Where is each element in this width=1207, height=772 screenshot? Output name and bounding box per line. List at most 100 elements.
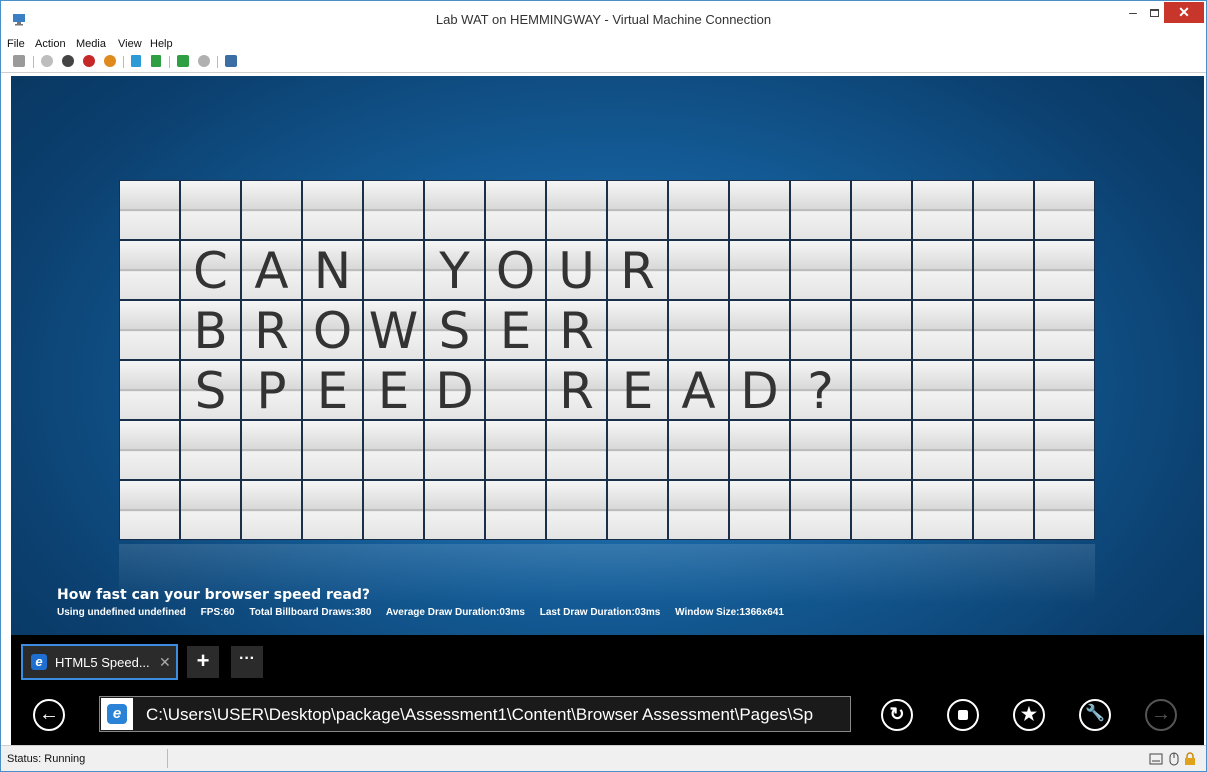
forward-arrow-icon: → bbox=[1151, 703, 1171, 725]
maximize-icon bbox=[1150, 9, 1159, 17]
billboard-cell: U bbox=[546, 240, 607, 300]
billboard-cell bbox=[729, 300, 790, 360]
billboard-cell: A bbox=[668, 360, 729, 420]
billboard-letter: P bbox=[256, 362, 287, 420]
ctrl-alt-del-icon[interactable] bbox=[13, 55, 25, 67]
menu-file[interactable]: File bbox=[7, 38, 25, 50]
forward-button[interactable]: → bbox=[1145, 699, 1177, 731]
billboard-cell: O bbox=[485, 240, 546, 300]
vm-screen[interactable]: C A N Y O U R B R O W S E R S P E E D R E A D? How fast can yo… bbox=[11, 76, 1204, 760]
favorites-button[interactable]: ★ bbox=[1013, 699, 1045, 731]
new-tab-button[interactable]: + bbox=[187, 646, 219, 678]
ellipsis-icon: ··· bbox=[239, 650, 255, 667]
billboard-cell: N bbox=[302, 240, 363, 300]
billboard-cell bbox=[363, 420, 424, 480]
billboard-cell bbox=[546, 180, 607, 240]
page-headline: How fast can your browser speed read? bbox=[57, 587, 370, 603]
billboard-cell bbox=[790, 240, 851, 300]
menu-help[interactable]: Help bbox=[150, 38, 173, 50]
billboard-cell bbox=[1034, 240, 1095, 300]
billboard-cell bbox=[912, 240, 973, 300]
billboard-cell: E bbox=[485, 300, 546, 360]
tab-tools-button[interactable]: ··· bbox=[231, 646, 263, 678]
billboard-cell bbox=[729, 180, 790, 240]
mouse-icon bbox=[1169, 752, 1179, 766]
billboard-cell: E bbox=[607, 360, 668, 420]
toolbar-separator bbox=[33, 56, 34, 68]
billboard-cell bbox=[668, 420, 729, 480]
tab-title: HTML5 Speed... bbox=[55, 655, 150, 670]
menu-view[interactable]: View bbox=[118, 38, 142, 50]
billboard-cell bbox=[119, 420, 180, 480]
status-text: Status: Running bbox=[7, 753, 86, 765]
toolbar-separator bbox=[123, 56, 124, 68]
refresh-icon: ↻ bbox=[889, 704, 905, 724]
turn-off-icon[interactable] bbox=[62, 55, 74, 67]
shut-down-icon[interactable] bbox=[83, 55, 95, 67]
billboard-cell bbox=[912, 360, 973, 420]
stat-window-size: Window Size:1366x641 bbox=[675, 607, 784, 618]
tab-close-icon[interactable]: ✕ bbox=[159, 654, 171, 671]
refresh-button[interactable]: ↻ bbox=[881, 699, 913, 731]
address-bar[interactable]: e C:\Users\USER\Desktop\package\Assessme… bbox=[99, 696, 851, 732]
billboard-letter: A bbox=[681, 362, 716, 420]
billboard-letter: O bbox=[312, 302, 353, 360]
billboard-letter: E bbox=[621, 362, 654, 420]
billboard-letter: W bbox=[368, 302, 419, 360]
billboard-cell bbox=[668, 300, 729, 360]
menu-action[interactable]: Action bbox=[35, 38, 66, 50]
billboard-cell: P bbox=[241, 360, 302, 420]
minimize-button[interactable]: ‒ bbox=[1123, 5, 1143, 23]
close-button[interactable]: ✕ bbox=[1164, 2, 1204, 23]
reset-icon[interactable] bbox=[151, 55, 161, 67]
billboard-cell bbox=[363, 180, 424, 240]
back-button[interactable]: ← bbox=[33, 699, 65, 731]
maximize-button[interactable] bbox=[1145, 5, 1165, 23]
billboard-cell bbox=[180, 420, 241, 480]
billboard-cell bbox=[241, 180, 302, 240]
tabs-button[interactable] bbox=[947, 699, 979, 731]
save-icon[interactable] bbox=[104, 55, 116, 67]
billboard-cell bbox=[790, 300, 851, 360]
page-tools-button[interactable]: 🔧 bbox=[1079, 699, 1111, 731]
billboard-cell: B bbox=[180, 300, 241, 360]
wrench-icon: 🔧 bbox=[1085, 705, 1105, 722]
billboard-cell bbox=[607, 480, 668, 540]
plus-icon: + bbox=[196, 648, 210, 673]
pause-icon[interactable] bbox=[131, 55, 141, 67]
enhanced-session-icon[interactable] bbox=[225, 55, 237, 67]
browser-tab[interactable]: e HTML5 Speed... ✕ bbox=[21, 644, 178, 680]
billboard-cell bbox=[973, 300, 1034, 360]
billboard-cell: O bbox=[302, 300, 363, 360]
billboard-cell bbox=[1034, 420, 1095, 480]
billboard-cell bbox=[668, 240, 729, 300]
billboard-letter: E bbox=[377, 362, 410, 420]
billboard-cell bbox=[119, 480, 180, 540]
start-icon[interactable] bbox=[41, 55, 53, 67]
billboard-cell bbox=[241, 420, 302, 480]
billboard-cell bbox=[302, 420, 363, 480]
billboard-letter: R bbox=[559, 302, 594, 360]
billboard-cell: D bbox=[424, 360, 485, 420]
billboard-cell bbox=[180, 480, 241, 540]
stat-total-draws: Total Billboard Draws:380 bbox=[249, 607, 372, 618]
billboard-cell bbox=[607, 300, 668, 360]
keyboard-icon bbox=[1149, 753, 1163, 765]
billboard-letter: C bbox=[193, 242, 228, 300]
snapshot-icon[interactable] bbox=[177, 55, 189, 67]
billboard-cell bbox=[607, 180, 668, 240]
billboard-cell bbox=[363, 480, 424, 540]
billboard-cell bbox=[119, 300, 180, 360]
billboard: C A N Y O U R B R O W S E R S P E E D R E A D? bbox=[119, 180, 1095, 542]
billboard-cell bbox=[363, 240, 424, 300]
toolbar-separator bbox=[217, 56, 218, 68]
billboard-cell bbox=[546, 420, 607, 480]
minimize-icon: ‒ bbox=[1129, 4, 1137, 20]
toolbar bbox=[1, 53, 1206, 73]
revert-icon[interactable] bbox=[198, 55, 210, 67]
address-input[interactable]: C:\Users\USER\Desktop\package\Assessment… bbox=[146, 705, 846, 725]
menu-media[interactable]: Media bbox=[76, 38, 106, 50]
billboard-cell bbox=[729, 420, 790, 480]
billboard-cell bbox=[302, 480, 363, 540]
billboard-cell: A bbox=[241, 240, 302, 300]
